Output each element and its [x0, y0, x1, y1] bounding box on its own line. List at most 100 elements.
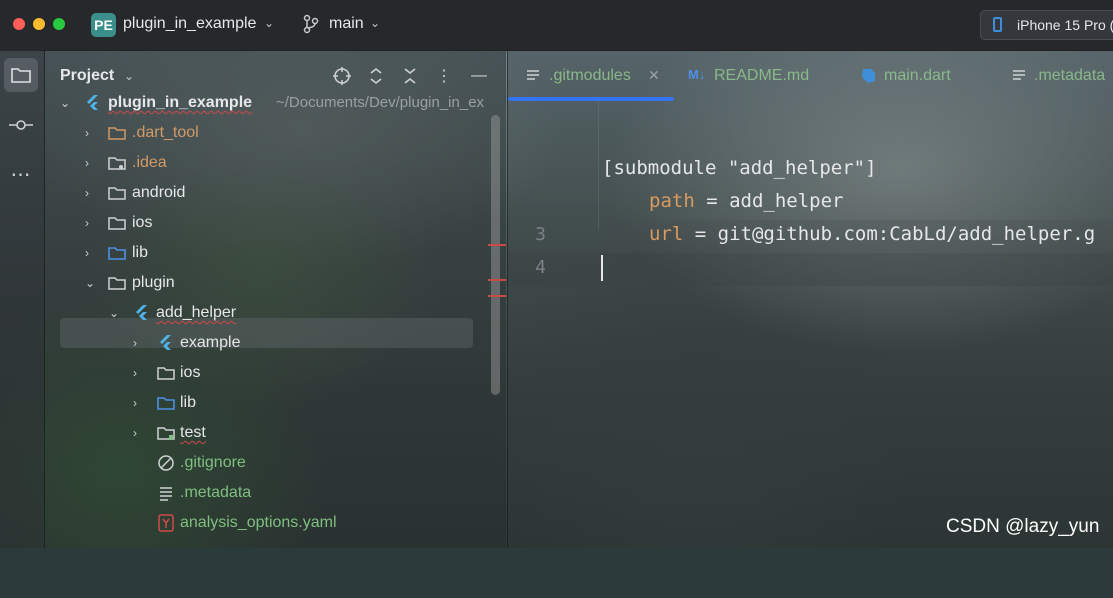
chevron-right-icon[interactable]: › — [85, 156, 89, 170]
project-tree: ⌄ plugin_in_example ~/Documents/Dev/plug… — [45, 94, 506, 598]
tree-scrollbar[interactable] — [491, 115, 500, 395]
chevron-right-icon[interactable]: › — [85, 216, 89, 230]
text-caret — [601, 255, 603, 281]
chevron-right-icon[interactable]: › — [85, 186, 89, 200]
code-value: = git@github.com:CabLd/add_helper.g — [683, 223, 1096, 245]
device-label: iPhone 15 Pro ( — [1017, 17, 1113, 33]
folder-icon — [108, 277, 126, 290]
tree-label: plugin — [132, 274, 175, 291]
project-panel-title[interactable]: Project — [60, 67, 114, 85]
phone-icon — [993, 17, 1002, 32]
options-icon[interactable]: ⋮ — [434, 66, 454, 86]
code-key: path — [649, 190, 695, 212]
commit-icon[interactable] — [4, 108, 38, 142]
title-bar: PE plugin_in_example ⌄ main ⌄ iPhone 15 … — [0, 0, 1113, 51]
chevron-down-icon[interactable]: ⌄ — [109, 306, 119, 320]
gutter-divider — [598, 100, 599, 230]
tree-label: add_helper — [156, 304, 237, 321]
tree-label: lib — [180, 394, 197, 411]
tree-row[interactable]: ⌄ add_helper — [45, 298, 485, 328]
tree-label: .idea — [132, 154, 167, 171]
markdown-icon: M↓ — [688, 67, 706, 82]
expand-all-icon[interactable] — [366, 66, 386, 86]
flutter-icon — [136, 305, 147, 320]
chevron-right-icon[interactable]: › — [133, 396, 137, 410]
error-marker[interactable] — [488, 244, 506, 246]
project-name[interactable]: plugin_in_example — [123, 15, 256, 33]
tab-gitmodules[interactable]: .gitmodules ✕ — [508, 50, 674, 101]
tree-row[interactable]: analysis_options.yaml — [45, 508, 485, 538]
text-file-icon — [160, 487, 172, 501]
close-window-button[interactable] — [13, 18, 25, 30]
folder-icon — [108, 127, 126, 140]
ignore-icon — [158, 455, 174, 471]
error-marker[interactable] — [488, 279, 506, 281]
source-folder-icon — [157, 397, 175, 410]
text-file-icon — [1013, 70, 1025, 80]
tree-row[interactable]: .gitignore — [45, 448, 485, 478]
minimize-window-button[interactable] — [33, 18, 45, 30]
tree-row-root[interactable]: ⌄ plugin_in_example ~/Documents/Dev/plug… — [45, 88, 485, 118]
more-icon[interactable]: ⋯ — [4, 157, 38, 191]
chevron-down-icon[interactable]: ⌄ — [60, 96, 70, 110]
chevron-down-icon[interactable]: ⌄ — [370, 16, 380, 30]
tab-readme[interactable]: M↓ README.md — [686, 50, 826, 100]
tree-row[interactable]: › ios — [45, 358, 485, 388]
tab-main-dart[interactable]: main.dart — [858, 50, 978, 100]
test-folder-icon — [157, 427, 175, 440]
source-folder-icon — [108, 247, 126, 260]
tree-row[interactable]: ⌄ plugin — [45, 268, 485, 298]
flutter-icon — [87, 95, 98, 110]
hide-icon[interactable]: — — [469, 66, 489, 86]
tree-path-hint: ~/Documents/Dev/plugin_in_ex — [276, 94, 485, 111]
code-key: url — [649, 223, 684, 245]
tree-label: ios — [180, 364, 201, 381]
tab-metadata[interactable]: .metadata — [1010, 50, 1113, 100]
folder-settings-icon — [108, 157, 126, 170]
tree-row[interactable]: › .idea — [45, 148, 485, 178]
line-number: 4 — [535, 257, 546, 278]
tab-label: README.md — [714, 67, 810, 84]
chevron-right-icon[interactable]: › — [85, 246, 89, 260]
project-folder-icon[interactable] — [4, 58, 38, 92]
tree-row[interactable]: › ios — [45, 208, 485, 238]
current-line-highlight — [508, 253, 1113, 286]
close-icon[interactable]: ✕ — [648, 67, 660, 84]
watermark: CSDN @lazy_yun — [946, 516, 1100, 537]
chevron-down-icon[interactable]: ⌄ — [264, 16, 274, 30]
tree-row[interactable]: › lib — [45, 238, 485, 268]
project-badge[interactable]: PE — [91, 13, 116, 37]
tree-label: ios — [132, 214, 153, 231]
chevron-down-icon[interactable]: ⌄ — [124, 69, 134, 83]
error-marker[interactable] — [488, 295, 506, 297]
code-editor[interactable]: 3 4 [submodule "add_helper"] path = add_… — [508, 100, 1113, 548]
locate-icon[interactable] — [332, 66, 352, 86]
tree-row[interactable]: › example — [45, 328, 485, 358]
tab-label: main.dart — [884, 67, 951, 84]
branch-name[interactable]: main — [329, 15, 364, 33]
dart-icon — [862, 69, 875, 83]
yaml-icon — [158, 514, 174, 532]
chevron-right-icon[interactable]: › — [133, 366, 137, 380]
tree-row[interactable]: › test — [45, 418, 485, 448]
chevron-right-icon[interactable]: › — [85, 126, 89, 140]
tree-row[interactable]: › .dart_tool — [45, 118, 485, 148]
chevron-down-icon[interactable]: ⌄ — [85, 276, 95, 290]
zoom-window-button[interactable] — [53, 18, 65, 30]
text-file-icon — [527, 70, 539, 80]
tree-row[interactable]: .metadata — [45, 478, 485, 508]
chevron-right-icon[interactable]: › — [133, 336, 137, 350]
code-line: path = add_helper — [649, 190, 843, 212]
tree-label: .dart_tool — [132, 124, 199, 141]
tree-row[interactable]: › android — [45, 178, 485, 208]
editor-area: .gitmodules ✕ M↓ README.md main.dart .me… — [507, 50, 1113, 548]
tree-label: android — [132, 184, 186, 201]
folder-icon — [108, 217, 126, 230]
tool-window-strip: ⋯ — [0, 50, 45, 548]
tree-row[interactable]: › lib — [45, 388, 485, 418]
branch-icon[interactable] — [303, 14, 319, 34]
collapse-all-icon[interactable] — [400, 66, 420, 86]
device-selector[interactable]: iPhone 15 Pro ( — [980, 10, 1113, 40]
chevron-right-icon[interactable]: › — [133, 426, 137, 440]
tab-label: .gitmodules — [549, 67, 631, 84]
